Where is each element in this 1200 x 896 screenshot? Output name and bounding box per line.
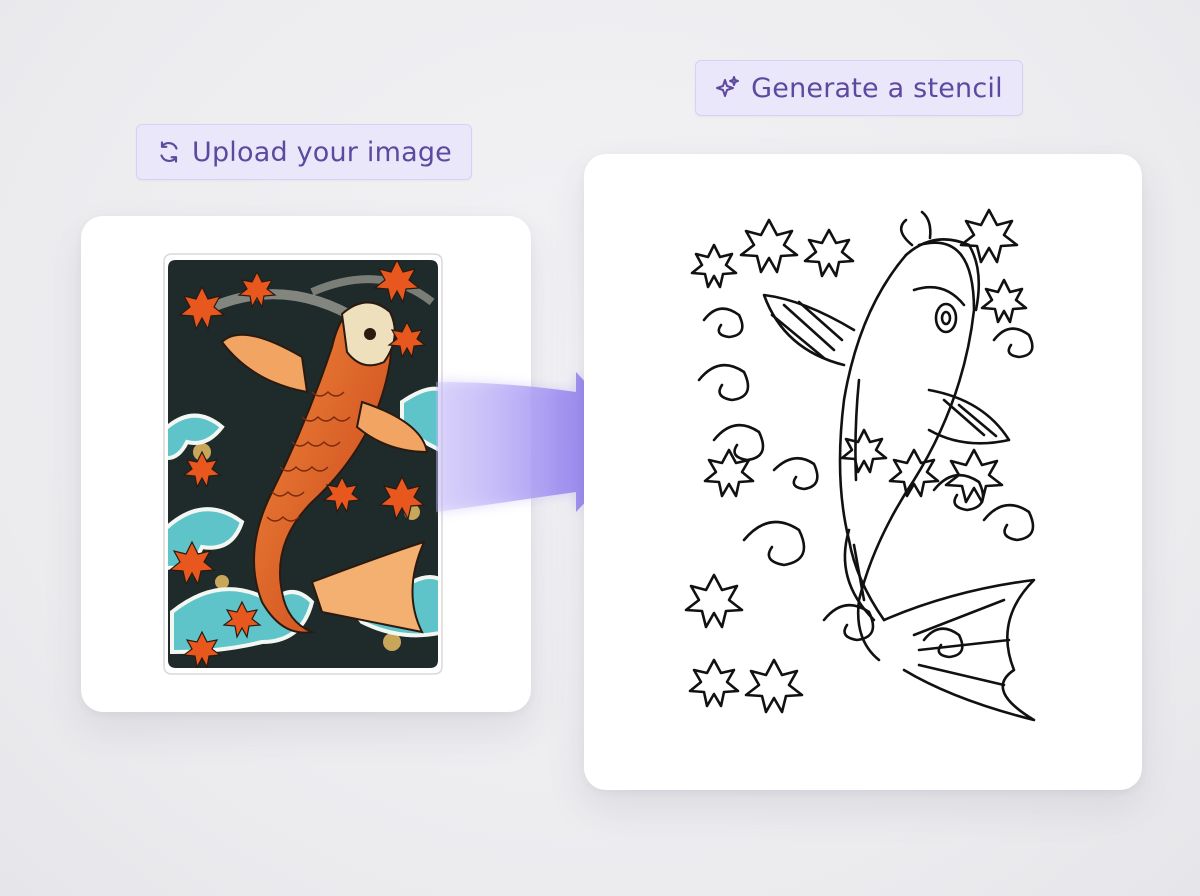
sparkle-icon <box>715 75 741 101</box>
upload-label: Upload your image <box>192 136 452 168</box>
koi-stencil-image <box>684 208 1036 722</box>
upload-image-button[interactable]: Upload your image <box>136 124 472 180</box>
stencil-result-card <box>584 154 1142 790</box>
koi-tattoo-image <box>163 253 443 675</box>
generate-stencil-button[interactable]: Generate a stencil <box>695 60 1023 116</box>
generate-label: Generate a stencil <box>751 72 1003 104</box>
refresh-icon <box>156 139 182 165</box>
